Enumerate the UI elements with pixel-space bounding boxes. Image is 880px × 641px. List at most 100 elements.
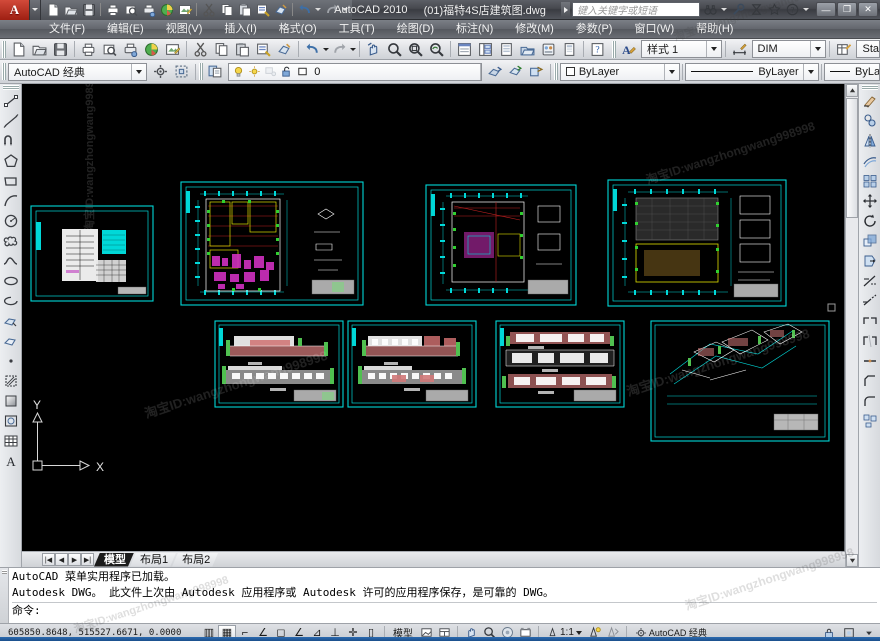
ellipse-arc-icon[interactable] [1, 291, 21, 311]
chamfer-icon[interactable] [860, 371, 880, 391]
minimize-button[interactable]: — [816, 2, 836, 17]
join-icon[interactable] [860, 351, 880, 371]
scroll-up-arrow-icon[interactable] [846, 84, 858, 97]
layer-freeze-vp-icon[interactable] [263, 64, 278, 79]
match-properties-icon[interactable] [254, 2, 271, 18]
search-input[interactable]: 键入关键字或短语 [572, 2, 700, 17]
coordinate-display[interactable]: 605850.8648, 515527.6671, 0.0000 [0, 628, 200, 638]
layer-chevron-down-icon[interactable] [479, 63, 481, 80]
command-line-area[interactable]: AutoCAD 菜单实用程序已加载。 Autodesk DWG。 此文件上次由 … [0, 567, 880, 623]
block-editor-icon[interactable] [272, 2, 289, 18]
erase-icon[interactable] [860, 91, 880, 111]
plot-stamp-icon[interactable] [120, 40, 141, 59]
menu-insert[interactable]: 插入(I) [213, 20, 267, 39]
redo-toolbar-dropdown-icon[interactable] [350, 41, 356, 57]
scale-icon[interactable] [860, 231, 880, 251]
modify-toolbar-grip[interactable] [861, 85, 878, 90]
search-dropdown-icon[interactable] [720, 2, 728, 18]
cut-toolbar-icon[interactable] [190, 40, 211, 59]
dimension-style-chevron-down-icon[interactable] [810, 41, 825, 57]
open-icon[interactable] [29, 40, 50, 59]
menu-modify[interactable]: 修改(M) [504, 20, 565, 39]
search-binoculars-icon[interactable] [702, 2, 718, 18]
extend-icon[interactable] [860, 291, 880, 311]
text-style-chevron-down-icon[interactable] [705, 41, 721, 57]
layer-thaw-sun-icon[interactable] [247, 64, 262, 79]
hourglass-icon[interactable] [748, 2, 764, 18]
zoom-previous-icon[interactable] [426, 40, 447, 59]
move-icon[interactable] [860, 191, 880, 211]
zoom-window-icon[interactable] [405, 40, 426, 59]
layers-toolbar-grip[interactable] [199, 63, 204, 80]
menu-view[interactable]: 视图(V) [155, 20, 214, 39]
plot-icon[interactable] [140, 2, 157, 18]
rectangle-icon[interactable] [1, 171, 21, 191]
open-file-icon[interactable] [62, 2, 79, 18]
layout-nav-first-button[interactable]: |◀ [42, 553, 55, 566]
undo-dropdown-icon[interactable] [314, 2, 322, 18]
hatch-icon[interactable] [1, 371, 21, 391]
layer-properties-manager-icon[interactable] [205, 62, 226, 81]
insert-block-icon[interactable] [1, 311, 21, 331]
menu-file[interactable]: 文件(F) [38, 20, 96, 39]
make-block-icon[interactable] [1, 331, 21, 351]
stretch-icon[interactable] [860, 251, 880, 271]
layout-nav-prev-button[interactable]: ◀ [55, 553, 68, 566]
fillet-icon[interactable] [860, 391, 880, 411]
offset-icon[interactable] [860, 151, 880, 171]
close-button[interactable]: ✕ [858, 2, 878, 17]
match-properties-toolbar-icon[interactable] [253, 40, 274, 59]
paste-toolbar-icon[interactable] [232, 40, 253, 59]
construction-line-icon[interactable] [1, 111, 21, 131]
tool-palettes-icon[interactable] [496, 40, 517, 59]
cut-icon[interactable] [200, 2, 217, 18]
layer-match-icon[interactable] [526, 62, 547, 81]
arc-icon[interactable] [1, 191, 21, 211]
mirror-icon[interactable] [860, 131, 880, 151]
multiline-text-icon[interactable]: A [1, 451, 21, 471]
linetype-control-combo[interactable]: ByLayer [685, 62, 819, 81]
layer-on-bulb-icon[interactable] [231, 64, 246, 79]
table-style-combo[interactable]: Sta [856, 40, 880, 58]
menu-edit[interactable]: 编辑(E) [96, 20, 155, 39]
point-icon[interactable] [1, 351, 21, 371]
table-icon[interactable] [1, 431, 21, 451]
plot-preview-zoom-icon[interactable] [122, 2, 139, 18]
styles-toolbar-grip[interactable] [612, 40, 616, 58]
layout-tab-2[interactable]: 布局1 [130, 553, 176, 567]
markup-icon[interactable] [176, 2, 193, 18]
copy-icon[interactable] [218, 2, 235, 18]
layer-control-combo[interactable]: 0 [228, 62, 482, 81]
paste-icon[interactable] [236, 2, 253, 18]
markup-toolbar-icon[interactable] [162, 40, 183, 59]
menu-dimension[interactable]: 标注(N) [445, 20, 504, 39]
color-chevron-down-icon[interactable] [664, 63, 679, 80]
workspace-chevron-down-icon[interactable] [131, 63, 146, 80]
menu-format[interactable]: 格式(O) [268, 20, 328, 39]
undo-toolbar-dropdown-icon[interactable] [323, 41, 329, 57]
application-menu-dropdown-icon[interactable] [30, 0, 41, 20]
help-icon[interactable]: ? [784, 2, 800, 18]
vertical-scroll-track[interactable] [846, 219, 858, 554]
communication-center-icon[interactable] [730, 2, 746, 18]
plot-preview-toolbar-icon[interactable] [99, 40, 120, 59]
workspace-settings-gear-icon[interactable] [150, 62, 171, 81]
favorites-star-icon[interactable] [766, 2, 782, 18]
color-control-combo[interactable]: ByLayer [559, 62, 681, 81]
application-menu-button[interactable]: A [0, 0, 30, 20]
menu-help[interactable]: 帮助(H) [685, 20, 744, 39]
dimension-style-icon[interactable] [729, 40, 750, 59]
vertical-scroll-thumb[interactable] [846, 98, 858, 218]
redo-dropdown-icon[interactable] [341, 2, 349, 18]
undo-toolbar-icon[interactable] [302, 40, 323, 59]
menu-parametric[interactable]: 参数(P) [565, 20, 624, 39]
circle-icon[interactable] [1, 211, 21, 231]
gradient-icon[interactable] [1, 391, 21, 411]
redo-icon[interactable] [323, 2, 340, 18]
designcenter-icon[interactable] [475, 40, 496, 59]
break-at-point-icon[interactable] [860, 311, 880, 331]
linetype-chevron-down-icon[interactable] [803, 63, 818, 80]
array-icon[interactable] [860, 171, 880, 191]
vertical-scrollbar[interactable] [845, 84, 858, 567]
spline-icon[interactable] [1, 251, 21, 271]
